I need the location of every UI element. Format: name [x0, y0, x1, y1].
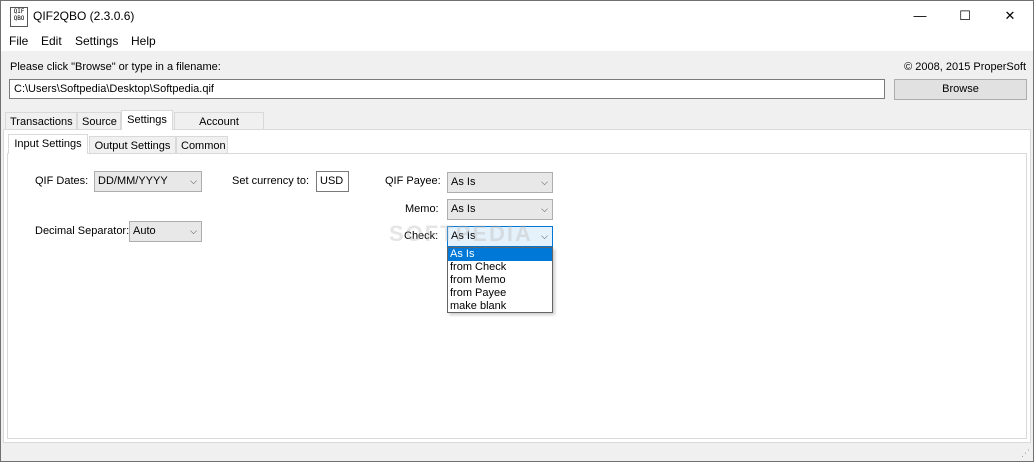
qif-payee-value: As Is	[451, 176, 476, 188]
menu-bar: File Edit Settings Help	[1, 31, 1033, 51]
watermark-logo: SOFTPEDIA	[389, 221, 533, 246]
chevron-down-icon: ⌵	[541, 204, 548, 214]
qif-payee-select[interactable]: As Is ⌵	[447, 172, 553, 193]
dropdown-option[interactable]: As Is	[448, 248, 552, 261]
memo-value: As Is	[451, 203, 476, 215]
tab-transactions[interactable]: Transactions	[5, 112, 77, 130]
close-button[interactable]: ✕	[987, 1, 1033, 31]
filename-input[interactable]: C:\Users\Softpedia\Desktop\Softpedia.qif	[9, 79, 885, 99]
decimal-separator-select[interactable]: Auto ⌵	[129, 221, 202, 242]
browse-button[interactable]: Browse	[894, 79, 1027, 100]
dropdown-option[interactable]: from Payee	[448, 287, 552, 300]
qif-dates-select[interactable]: DD/MM/YYYY ⌵	[94, 171, 202, 192]
tab-account-mapping[interactable]: Account Mapping	[174, 112, 264, 146]
filename-prompt: Please click "Browse" or type in a filen…	[10, 61, 221, 73]
dropdown-option[interactable]: from Memo	[448, 274, 552, 287]
chevron-down-icon: ⌵	[541, 231, 548, 241]
menu-settings[interactable]: Settings	[75, 34, 118, 48]
app-logo-icon: QIF QBO	[10, 7, 28, 27]
copyright-text: © 2008, 2015 ProperSoft	[904, 61, 1026, 73]
app-window: QIF QBO QIF2QBO (2.3.0.6) — ☐ ✕ File Edi…	[0, 0, 1034, 462]
subtab-common[interactable]: Common	[176, 136, 228, 154]
memo-select[interactable]: As Is ⌵	[447, 199, 553, 220]
dropdown-option[interactable]: from Check	[448, 261, 552, 274]
minimize-button[interactable]: —	[897, 1, 943, 31]
decimal-separator-value: Auto	[133, 225, 156, 237]
menu-edit[interactable]: Edit	[41, 34, 62, 48]
menu-file[interactable]: File	[9, 34, 28, 48]
currency-input[interactable]: USD	[316, 171, 349, 192]
chevron-down-icon: ⌵	[541, 177, 548, 187]
menu-help[interactable]: Help	[131, 34, 156, 48]
tab-source[interactable]: Source	[77, 112, 121, 130]
window-title: QIF2QBO (2.3.0.6)	[33, 9, 135, 23]
chevron-down-icon: ⌵	[190, 226, 197, 236]
qif-payee-label: QIF Payee:	[385, 175, 441, 187]
chevron-down-icon: ⌵	[190, 176, 197, 186]
title-bar[interactable]: QIF QBO QIF2QBO (2.3.0.6) — ☐ ✕	[1, 1, 1033, 31]
subtab-input-settings[interactable]: Input Settings	[8, 134, 88, 154]
dropdown-option[interactable]: make blank	[448, 300, 552, 313]
status-bar: ⋰	[1, 443, 1033, 461]
resize-grip-icon[interactable]: ⋰	[1021, 448, 1030, 459]
currency-label: Set currency to:	[232, 175, 310, 187]
qif-dates-value: DD/MM/YYYY	[98, 175, 168, 187]
decimal-separator-label: Decimal Separator:	[35, 225, 130, 237]
memo-label: Memo:	[405, 203, 439, 215]
check-dropdown-list: As Is from Check from Memo from Payee ma…	[447, 247, 553, 313]
qif-dates-label: QIF Dates:	[35, 175, 89, 187]
tab-settings[interactable]: Settings	[121, 110, 173, 130]
maximize-button[interactable]: ☐	[942, 1, 988, 31]
subtab-output-settings[interactable]: Output Settings	[89, 136, 176, 154]
